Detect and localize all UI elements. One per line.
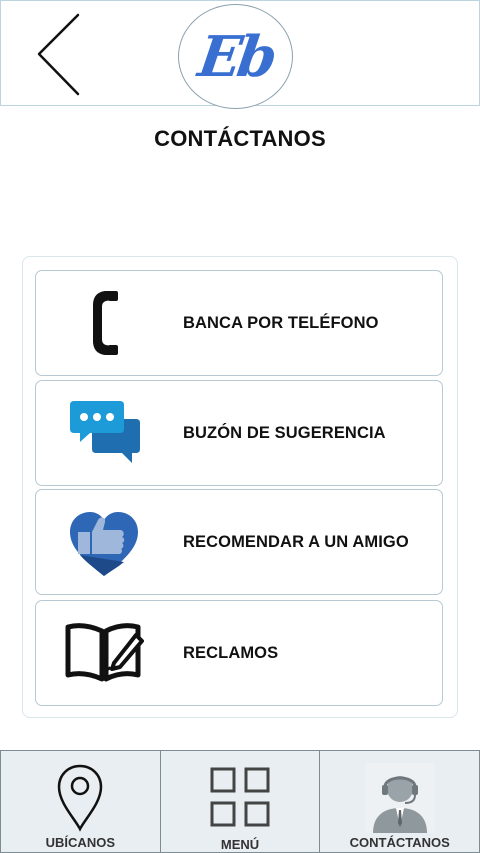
brand-logo[interactable]: Eb <box>178 4 293 109</box>
chevron-left-icon <box>37 13 80 96</box>
option-recommend-friend[interactable]: RECOMENDAR A UN AMIGO <box>35 489 443 595</box>
nav-label: UBÍCANOS <box>45 835 115 850</box>
nav-contact-us[interactable]: CONTÁCTANOS <box>320 750 480 853</box>
nav-label: MENÚ <box>220 837 260 852</box>
chat-bubbles-icon <box>64 393 144 473</box>
map-pin-icon <box>58 764 103 832</box>
option-claims[interactable]: RECLAMOS <box>35 600 443 706</box>
app-header: Eb <box>0 0 480 109</box>
option-label: BUZÓN DE SUGERENCIA <box>183 423 386 442</box>
option-label: RECLAMOS <box>183 643 279 662</box>
option-label: RECOMENDAR A UN AMIGO <box>183 532 409 551</box>
nav-label: CONTÁCTANOS <box>349 835 450 850</box>
heart-thumbs-up-icon <box>64 502 144 582</box>
option-phone-banking[interactable]: BANCA POR TELÉFONO <box>35 270 443 376</box>
bottom-navigation: UBÍCANOS MENÚ CONTÁCTANOS <box>0 750 480 853</box>
nav-locate-us[interactable]: UBÍCANOS <box>0 750 161 853</box>
option-label: BANCA POR TELÉFONO <box>183 313 379 332</box>
page-title: CONTÁCTANOS <box>154 126 326 151</box>
back-button[interactable] <box>31 11 91 101</box>
nav-menu[interactable]: MENÚ <box>160 750 321 853</box>
logo-text: Eb <box>193 23 278 90</box>
phone-icon <box>64 283 144 363</box>
option-suggestion-box[interactable]: BUZÓN DE SUGERENCIA <box>35 380 443 486</box>
book-pen-icon <box>64 613 144 693</box>
grid-icon <box>210 767 270 827</box>
support-agent-icon <box>364 763 435 833</box>
